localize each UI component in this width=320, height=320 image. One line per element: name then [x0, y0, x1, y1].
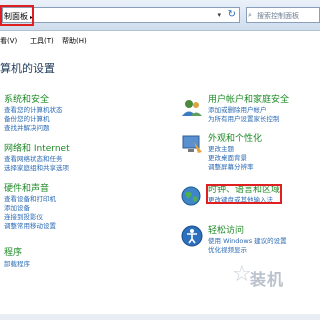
watermark-star-icon: ☆ — [232, 262, 252, 287]
page-title: 算机的设置 — [0, 62, 55, 75]
link-optimize-display[interactable]: 优化视频显示 — [208, 244, 247, 254]
address-bar-area: 制面板 ▸ ▾ ↻ 搜索控制面板 ⌕ — [0, 0, 320, 31]
keyboard-link-highlight-box — [206, 184, 282, 204]
menu-bar: 看(V) 工具(T) 帮助(H) — [0, 34, 320, 48]
category-programs[interactable]: 程序 — [4, 245, 22, 258]
search-input[interactable]: 搜索控制面板 — [246, 7, 320, 23]
refresh-icon[interactable]: ↻ — [228, 9, 236, 20]
link-uninstall[interactable]: 卸载程序 — [4, 258, 30, 268]
link-troubleshoot[interactable]: 查找并解决问题 — [4, 122, 50, 132]
menu-tools[interactable]: 工具(T) — [30, 36, 54, 46]
link-homegroup[interactable]: 选择家庭组和共享选项 — [4, 162, 69, 172]
bottom-strip — [0, 314, 320, 320]
link-parental-controls[interactable]: 为所有用户设置家长控制 — [208, 113, 280, 123]
globe-clock-icon — [181, 186, 201, 206]
menu-help[interactable]: 帮助(H) — [62, 36, 87, 46]
link-screen-resolution[interactable]: 调整屏幕分辨率 — [208, 161, 254, 171]
accessibility-icon — [181, 225, 203, 247]
appearance-icon — [182, 135, 202, 153]
address-highlight-box — [0, 5, 34, 26]
link-mobility[interactable]: 调整常用移动设置 — [4, 220, 56, 230]
address-field[interactable]: 制面板 ▸ ▾ ↻ — [2, 7, 240, 23]
address-dropdown-icon[interactable]: ▾ — [217, 11, 221, 19]
users-icon — [182, 100, 202, 116]
menu-view[interactable]: 看(V) — [0, 36, 17, 46]
watermark: 装机 — [250, 270, 285, 289]
search-icon: ⌕ — [248, 11, 252, 19]
